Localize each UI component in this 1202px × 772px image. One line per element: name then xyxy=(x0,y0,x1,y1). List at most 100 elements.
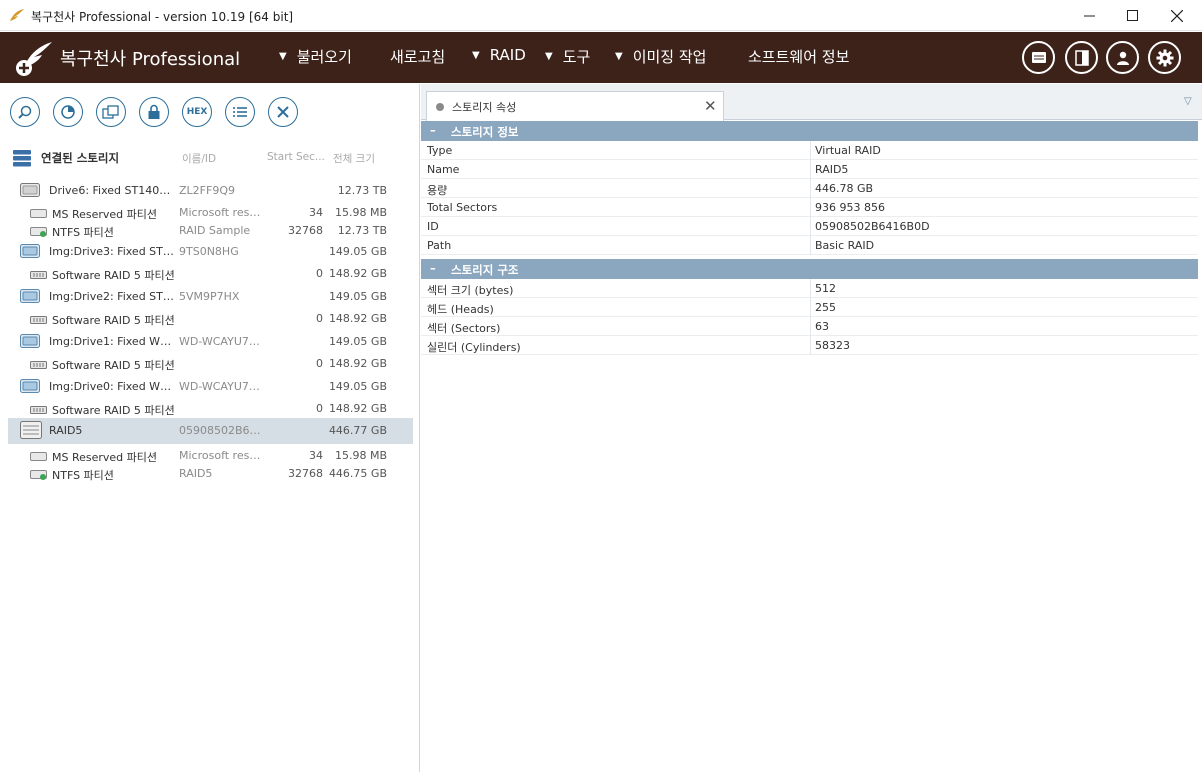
total-size: 148.92 GB xyxy=(328,312,387,325)
raid-icon xyxy=(20,421,42,442)
section-storage-structure[interactable]: – 스토리지 구조 xyxy=(421,259,1198,279)
menu-about[interactable]: 소프트웨어 정보 xyxy=(748,46,849,67)
section-storage-info[interactable]: – 스토리지 정보 xyxy=(421,121,1198,141)
start-sector: 0 xyxy=(316,357,323,370)
tree-partition-row[interactable]: NTFS 파티션 RAID Sample 32768 12.73 TB xyxy=(8,220,413,242)
column-divider xyxy=(810,336,811,355)
property-key: ID xyxy=(427,220,439,233)
list-button[interactable] xyxy=(225,97,255,127)
menu-refresh[interactable]: 새로고침 xyxy=(390,46,445,67)
column-divider xyxy=(810,317,811,336)
storage-id: WD-WCAYU70... xyxy=(179,335,263,348)
main-menubar: 복구천사 Professional ▼ 불러오기 새로고침 ▼ RAID ▼ 도… xyxy=(0,32,1202,83)
column-start-sector[interactable]: Start Sec... xyxy=(267,151,325,163)
column-id[interactable]: 이름/ID xyxy=(182,151,216,166)
tree-storage-row[interactable]: Img:Drive1: Fixed WDC ... WD-WCAYU70... 14… xyxy=(8,331,413,353)
property-row[interactable]: Total Sectors 936 953 856 xyxy=(421,198,1198,217)
analyze-button[interactable] xyxy=(53,97,83,127)
tree-header: 연결된 스토리지 이름/ID Start Sec... 전체 크기 xyxy=(10,148,410,168)
property-row[interactable]: 실린더 (Cylinders) 58323 xyxy=(421,336,1198,355)
storage-name: Drive6: Fixed ST14000N... xyxy=(49,184,175,197)
tree-storage-row[interactable]: Img:Drive3: Fixed ST31... 9TS0N8HG 149.05 … xyxy=(8,241,413,263)
tab-list-dropdown-icon[interactable]: ▽ xyxy=(1184,96,1192,107)
raid-part-icon xyxy=(30,403,48,418)
search-button[interactable] xyxy=(10,97,40,127)
property-row[interactable]: Type Virtual RAID xyxy=(421,141,1198,160)
menu-imaging-label: 이미징 작업 xyxy=(632,48,707,66)
menu-refresh-label: 새로고침 xyxy=(390,48,446,66)
start-sector: 0 xyxy=(316,267,323,280)
storage-id: WD-WCAYU70... xyxy=(179,380,263,393)
storage-name: Img:Drive3: Fixed ST31... xyxy=(49,245,175,258)
tree-storage-row[interactable]: Img:Drive2: Fixed ST31... 5VM9P7HX 149.05 … xyxy=(8,286,413,308)
brand-name: 복구천사 Professional xyxy=(60,49,241,70)
property-row[interactable]: 섹터 (Sectors) 63 xyxy=(421,317,1198,336)
start-sector: 0 xyxy=(316,312,323,325)
property-row[interactable]: Path Basic RAID xyxy=(421,236,1198,255)
tree-storage-row[interactable]: RAID5 05908502B641... 446.77 GB xyxy=(8,418,413,444)
storage-name: Software RAID 5 파티션 xyxy=(52,314,175,327)
property-value: 58323 xyxy=(815,339,850,352)
copy-button[interactable] xyxy=(96,97,126,127)
property-row[interactable]: 용량 446.78 GB xyxy=(421,179,1198,198)
total-size: 15.98 MB xyxy=(334,449,387,462)
monitor-icon xyxy=(1031,51,1046,63)
storage-name: Software RAID 5 파티션 xyxy=(52,404,175,417)
menu-raid-label: RAID xyxy=(489,46,526,64)
tree-partition-row[interactable]: Software RAID 5 파티션 0 148.92 GB xyxy=(8,353,413,375)
property-key: 섹터 크기 (bytes) xyxy=(427,284,514,297)
remove-button[interactable] xyxy=(268,97,298,127)
menu-tools[interactable]: ▼ 도구 xyxy=(545,46,590,67)
hex-button[interactable]: HEX xyxy=(182,97,212,127)
start-sector: 32768 xyxy=(288,224,323,237)
total-size: 149.05 GB xyxy=(328,290,387,303)
total-size: 149.05 GB xyxy=(328,380,387,393)
tree-storage-row[interactable]: Img:Drive0: Fixed WDC ... WD-WCAYU70... 14… xyxy=(8,376,413,398)
tree-partition-row[interactable]: Software RAID 5 파티션 0 148.92 GB xyxy=(8,398,413,420)
close-tab-icon[interactable]: ✕ xyxy=(704,97,717,115)
property-value: RAID5 xyxy=(815,163,849,176)
property-row[interactable]: 헤드 (Heads) 255 xyxy=(421,298,1198,317)
raid-part-icon xyxy=(30,358,48,373)
title-bar: 복구천사 Professional - version 10.19 [64 bi… xyxy=(0,0,1202,31)
hdd-icon xyxy=(20,183,40,200)
property-value: 63 xyxy=(815,320,829,333)
monitor-button[interactable] xyxy=(1022,41,1055,74)
settings-button[interactable] xyxy=(1148,41,1181,74)
lock-button[interactable] xyxy=(139,97,169,127)
menu-open[interactable]: ▼ 불러오기 xyxy=(279,46,352,67)
column-divider xyxy=(810,279,811,298)
column-divider xyxy=(810,160,811,179)
maximize-icon xyxy=(1126,10,1138,21)
column-total-size[interactable]: 전체 크기 xyxy=(333,151,375,166)
property-row[interactable]: Name RAID5 xyxy=(421,160,1198,179)
total-size: 12.73 TB xyxy=(337,224,387,237)
property-row[interactable]: 섹터 크기 (bytes) 512 xyxy=(421,279,1198,298)
menu-raid[interactable]: ▼ RAID xyxy=(472,46,526,64)
maximize-button[interactable] xyxy=(1109,0,1155,31)
minimize-button[interactable] xyxy=(1066,0,1112,31)
tree-storage-row[interactable]: Drive6: Fixed ST14000N... ZL2FF9Q9 12.73 T… xyxy=(8,180,413,202)
close-window-button[interactable] xyxy=(1154,0,1200,31)
menu-tools-label: 도구 xyxy=(562,48,591,66)
menu-imaging[interactable]: ▼ 이미징 작업 xyxy=(615,46,706,67)
image-icon xyxy=(20,289,40,306)
property-row[interactable]: ID 05908502B6416B0D xyxy=(421,217,1198,236)
collapse-icon: – xyxy=(430,123,436,137)
total-size: 15.98 MB xyxy=(334,206,387,219)
panel-button[interactable] xyxy=(1065,41,1098,74)
tree-partition-row[interactable]: Software RAID 5 파티션 0 148.92 GB xyxy=(8,263,413,285)
tree-partition-row[interactable]: NTFS 파티션 RAID5 32768 446.75 GB xyxy=(8,463,413,485)
window-title: 복구천사 Professional - version 10.19 [64 bi… xyxy=(31,10,294,24)
storage-id: RAID5 xyxy=(179,467,213,480)
start-sector: 32768 xyxy=(288,467,323,480)
close-icon xyxy=(1171,9,1183,22)
storage-id: Microsoft rese... xyxy=(179,449,263,462)
tree-partition-row[interactable]: Software RAID 5 파티션 0 148.92 GB xyxy=(8,308,413,330)
storage-name: RAID5 xyxy=(49,424,83,437)
tab-storage-properties[interactable]: 스토리지 속성 ✕ xyxy=(426,91,724,121)
user-button[interactable] xyxy=(1106,41,1139,74)
storage-stack-icon xyxy=(13,150,31,167)
storage-id: 5VM9P7HX xyxy=(179,290,240,303)
hex-icon: HEX xyxy=(186,107,208,117)
